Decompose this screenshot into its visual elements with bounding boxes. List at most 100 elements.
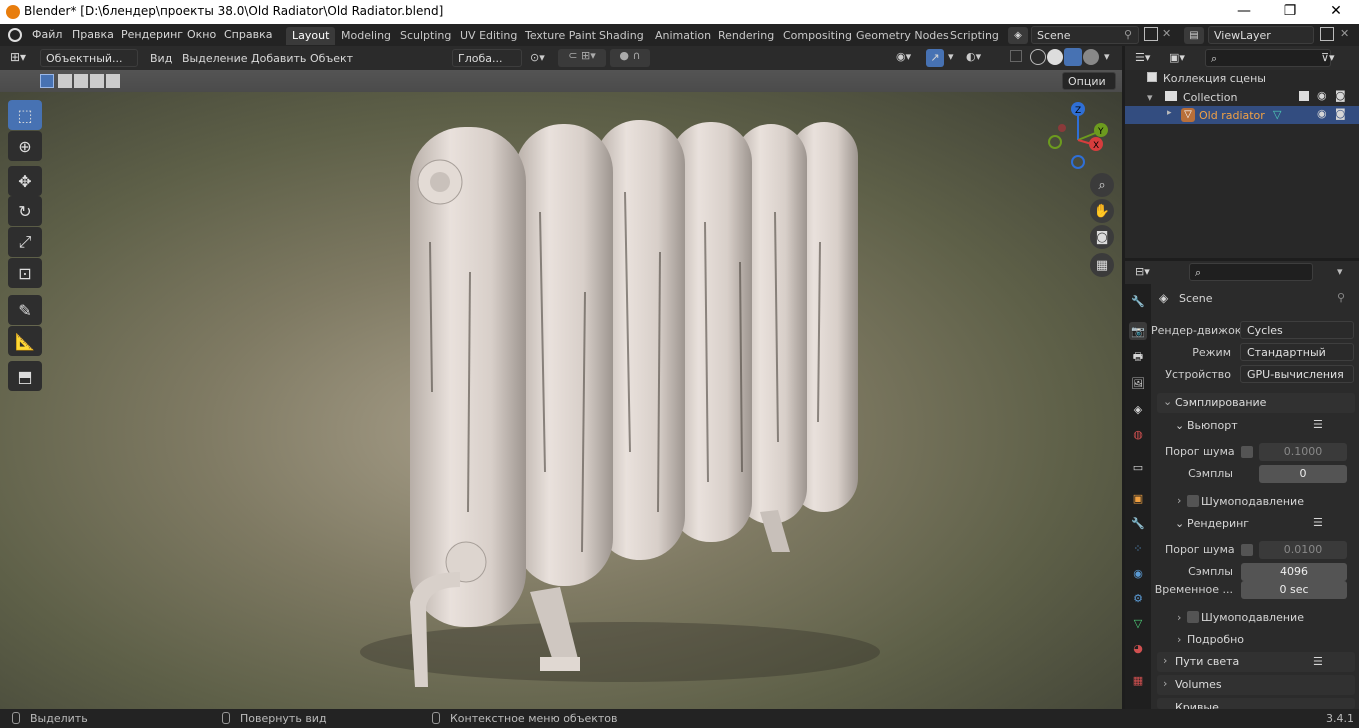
r-noise-field[interactable]: 0.0100 — [1259, 541, 1347, 559]
wireframe-shading-icon[interactable] — [1030, 49, 1046, 65]
select-box-tool-icon[interactable]: ⬚ — [8, 100, 42, 130]
render-engine-dropdown[interactable]: Cycles — [1240, 321, 1354, 339]
overlay-icon[interactable]: ◐▾ — [966, 50, 981, 63]
select-new-icon[interactable] — [40, 74, 54, 88]
move-tool-icon[interactable]: ✥ — [8, 166, 42, 196]
maximize-button[interactable]: ❐ — [1267, 0, 1313, 24]
r-denoise-checkbox[interactable] — [1187, 611, 1199, 623]
tab-layout[interactable]: Layout — [286, 27, 336, 45]
new-scene-icon[interactable] — [1144, 27, 1158, 41]
scene-selector[interactable]: Scene — [1031, 26, 1139, 44]
collection-camera-icon[interactable]: ◙ — [1335, 89, 1346, 102]
vp-denoise-checkbox[interactable] — [1187, 495, 1199, 507]
object-camera-icon[interactable]: ◙ — [1335, 107, 1346, 120]
remove-scene-icon[interactable]: ✕ — [1162, 27, 1171, 40]
expand-r-denoise-icon[interactable]: › — [1177, 611, 1181, 624]
time-limit-field[interactable]: 0 sec — [1241, 581, 1347, 599]
outliner-type-icon[interactable]: ☰▾ — [1135, 51, 1150, 64]
r-samples-field[interactable]: 4096 — [1241, 563, 1347, 581]
pan-hand-icon[interactable]: ✋ — [1090, 199, 1114, 223]
zoom-icon[interactable]: ⌕ — [1090, 173, 1114, 197]
tab-sculpting[interactable]: Sculpting — [394, 27, 457, 45]
pin-context-icon[interactable]: ⚲ — [1337, 291, 1345, 304]
outliner-collection[interactable]: Collection — [1183, 91, 1237, 104]
data-tab-icon[interactable]: ▽ — [1129, 614, 1147, 632]
render-collapse-icon[interactable]: ⌄ — [1175, 517, 1184, 530]
texture-tab-icon[interactable]: ▦ — [1129, 671, 1147, 689]
orientation-selector[interactable]: Глоба... — [452, 49, 522, 67]
r-denoise-label[interactable]: Шумоподавление — [1201, 611, 1304, 624]
properties-options-icon[interactable]: ▾ — [1337, 265, 1343, 278]
panel-curves[interactable]: Кривые — [1157, 698, 1355, 709]
pivot-icon[interactable]: ⊙▾ — [530, 51, 545, 64]
vp-noise-checkbox[interactable] — [1241, 446, 1253, 458]
properties-type-icon[interactable]: ⊟▾ — [1135, 265, 1150, 278]
object-eye-icon[interactable]: ◉ — [1317, 107, 1327, 120]
outliner-row-selected[interactable]: ▸ ▽ Old radiator ▽ ◉ ◙ — [1125, 106, 1359, 124]
new-view-layer-icon[interactable] — [1320, 27, 1334, 41]
scale-tool-icon[interactable]: ⤢ — [8, 227, 42, 257]
gizmo-toggle-icon[interactable]: ↗ — [926, 49, 944, 67]
viewport-collapse-icon[interactable]: ⌄ — [1175, 419, 1184, 432]
camera-view-icon[interactable]: ◙ — [1090, 225, 1114, 249]
tab-compositing[interactable]: Compositing — [777, 27, 858, 45]
select-intersect-icon[interactable] — [106, 74, 120, 88]
world-tab-icon[interactable]: ◍ — [1129, 425, 1147, 443]
render-presets-icon[interactable]: ☰ — [1313, 516, 1323, 529]
annotate-tool-icon[interactable]: ✎ — [8, 295, 42, 325]
feature-set-dropdown[interactable]: Стандартный — [1240, 343, 1354, 361]
collection-checkbox[interactable] — [1299, 91, 1309, 101]
render-tab-icon[interactable]: 📷 — [1129, 322, 1147, 340]
expand-details-icon[interactable]: › — [1177, 633, 1181, 646]
modifier-tab-icon[interactable]: 🔧 — [1129, 514, 1147, 532]
viewport-presets-icon[interactable]: ☰ — [1313, 418, 1323, 431]
select-extend-icon[interactable] — [58, 74, 72, 88]
xray-icon[interactable] — [1010, 50, 1022, 62]
menu-render[interactable]: Рендеринг — [121, 28, 183, 41]
expand-object-icon[interactable]: ▸ — [1167, 108, 1172, 118]
options-dropdown[interactable]: Опции — [1062, 72, 1116, 90]
object-tab-icon[interactable]: ▣ — [1129, 489, 1147, 507]
particles-tab-icon[interactable]: ⁘ — [1129, 539, 1147, 557]
outliner-search-input[interactable]: ⌕ — [1205, 49, 1331, 67]
navigation-gizmo[interactable]: Z Y X — [1040, 100, 1120, 180]
transform-tool-icon[interactable]: ⊡ — [8, 258, 42, 288]
tab-uv-editing[interactable]: UV Editing — [454, 27, 523, 45]
expand-light-paths-icon[interactable]: › — [1163, 654, 1167, 667]
tab-scripting[interactable]: Scripting — [944, 27, 1005, 45]
snap-toggle-icon[interactable]: ⊂ ⊞▾ — [558, 49, 606, 67]
perspective-grid-icon[interactable]: ▦ — [1090, 253, 1114, 277]
material-shading-icon[interactable] — [1064, 48, 1082, 66]
pin-icon[interactable]: ⚲ — [1124, 28, 1132, 41]
expand-collection-icon[interactable]: ▾ — [1147, 91, 1153, 104]
tab-geometry-nodes[interactable]: Geometry Nodes — [850, 27, 955, 45]
rendered-shading-icon[interactable] — [1083, 49, 1099, 65]
tab-shading[interactable]: Shading — [593, 27, 650, 45]
properties-search-input[interactable]: ⌕ — [1189, 263, 1313, 281]
menu-view[interactable]: Вид — [150, 52, 172, 65]
physics-tab-icon[interactable]: ◉ — [1129, 564, 1147, 582]
editor-type-icon[interactable]: ⊞▾ — [10, 50, 26, 64]
light-paths-presets-icon[interactable]: ☰ — [1313, 655, 1323, 668]
mode-selector[interactable]: Объектный... — [40, 49, 138, 67]
view-layer-icon[interactable]: ▤ — [1184, 27, 1204, 44]
panel-advanced[interactable]: Подробно — [1187, 633, 1244, 646]
menu-file[interactable]: Файл — [32, 28, 62, 41]
display-mode-icon[interactable]: ▣▾ — [1169, 51, 1185, 64]
3d-viewport[interactable]: ⬚ ⊕ ✥ ↻ ⤢ ⊡ ✎ 📐 ⬒ Z Y X ⌕ ✋ ◙ ▦ — [0, 92, 1122, 709]
gizmo-menu-icon[interactable]: ▾ — [948, 50, 954, 63]
vp-denoise-label[interactable]: Шумоподавление — [1201, 495, 1304, 508]
minimize-button[interactable]: — — [1221, 0, 1267, 24]
tab-modeling[interactable]: Modeling — [335, 27, 397, 45]
menu-select[interactable]: Выделение — [182, 52, 248, 65]
panel-light-paths[interactable]: Пути света — [1157, 652, 1355, 672]
scene-tab-icon[interactable]: ◈ — [1129, 400, 1147, 418]
panel-render-sampling[interactable]: Рендеринг — [1187, 517, 1249, 530]
radiator-model[interactable] — [0, 92, 1122, 709]
solid-shading-icon[interactable] — [1047, 49, 1063, 65]
collection-tab-icon[interactable]: ▭ — [1129, 458, 1147, 476]
device-dropdown[interactable]: GPU-вычисления — [1240, 365, 1354, 383]
measure-tool-icon[interactable]: 📐 — [8, 326, 42, 356]
tab-texture-paint[interactable]: Texture Paint — [519, 27, 602, 45]
output-tab-icon[interactable]: 🖶 — [1129, 348, 1147, 366]
